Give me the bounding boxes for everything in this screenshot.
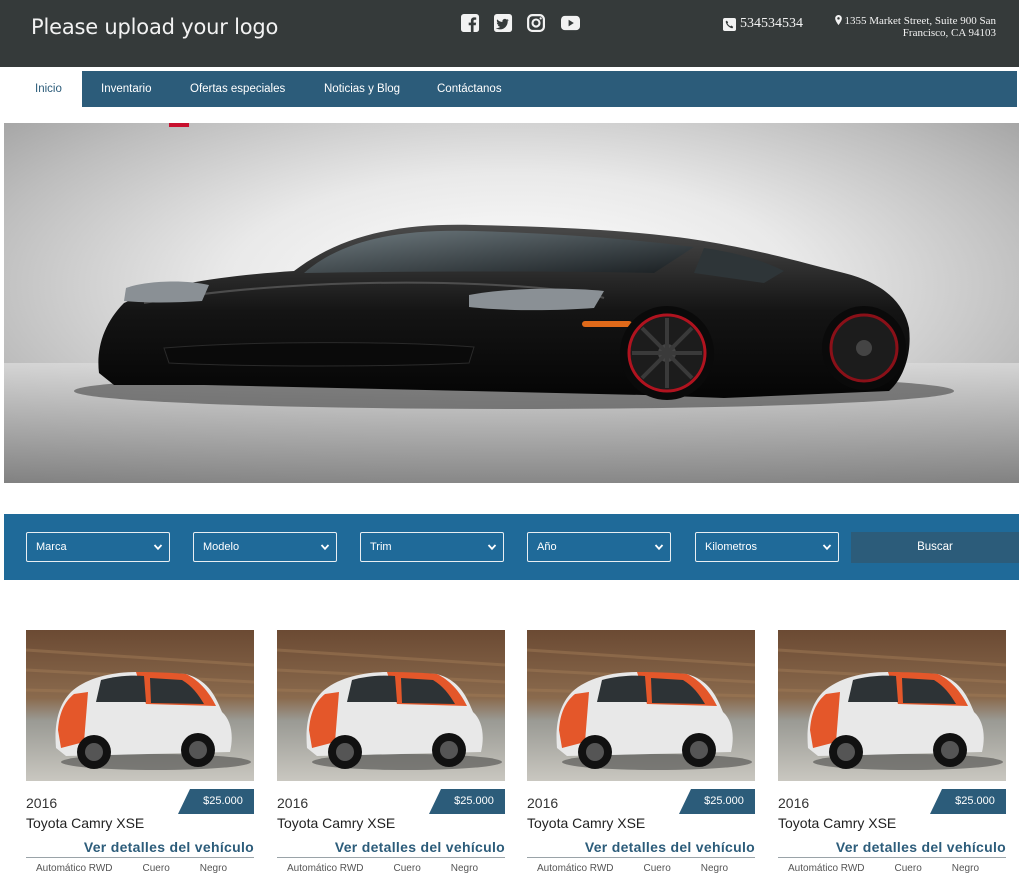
address-line-2: Francisco, CA 94103 — [902, 27, 996, 39]
view-details-link[interactable]: Ver detalles del vehículo — [84, 839, 254, 855]
address-line-1: 1355 Market Street, Suite 900 San — [844, 15, 996, 27]
select-marca[interactable]: Marca — [26, 532, 170, 562]
select-trim[interactable]: Trim — [360, 532, 504, 562]
select-ano[interactable]: Año — [527, 532, 671, 562]
vehicle-card[interactable]: 2016 $25.000 Toyota Camry XSE Ver detalles … — [778, 630, 1006, 874]
search-button[interactable]: Buscar — [851, 532, 1019, 563]
vehicle-photo[interactable] — [26, 630, 254, 781]
vehicle-year: 2016 — [277, 795, 309, 811]
youtube-icon[interactable] — [560, 14, 581, 33]
nav-item-contacto[interactable]: Contáctanos — [437, 71, 502, 107]
header-address: 1355 Market Street, Suite 900 San Franci… — [826, 15, 996, 39]
price-tag: $25.000 — [178, 789, 254, 814]
card-divider — [527, 857, 755, 858]
vehicle-card[interactable]: 2016 $25.000 Toyota Camry XSE Ver detalles … — [527, 630, 755, 874]
vehicle-year: 2016 — [778, 795, 810, 811]
vehicle-photo[interactable] — [277, 630, 505, 781]
instagram-icon[interactable] — [527, 14, 546, 33]
chevron-down-icon — [654, 544, 664, 551]
nav-item-inventario[interactable]: Inventario — [101, 71, 152, 107]
phone-number: 534534534 — [740, 16, 803, 31]
site-logo-placeholder[interactable]: Please upload your logo — [31, 15, 278, 39]
select-trim-value: Trim — [370, 541, 392, 553]
chevron-down-icon — [320, 544, 330, 551]
vehicle-name[interactable]: Toyota Camry XSE — [778, 815, 896, 831]
site-header: Please upload your logo 534534534 1355 M… — [0, 0, 1019, 67]
price-value: $25.000 — [454, 795, 494, 807]
select-marca-value: Marca — [36, 541, 67, 553]
vehicle-card[interactable]: 2016 $25.000 Toyota Camry XSE Ver detalles … — [277, 630, 505, 874]
main-navigation: Inicio Inventario Ofertas especiales Not… — [0, 69, 1019, 107]
vehicle-name[interactable]: Toyota Camry XSE — [277, 815, 395, 831]
price-tag: $25.000 — [930, 789, 1006, 814]
vehicle-search-bar: Marca Modelo Trim Año Kilometros Buscar — [4, 514, 1019, 580]
price-tag: $25.000 — [429, 789, 505, 814]
phone-icon — [723, 17, 736, 31]
price-value: $25.000 — [704, 795, 744, 807]
nav-item-noticias[interactable]: Noticias y Blog — [324, 71, 400, 107]
hero-banner-image — [4, 123, 1019, 483]
header-phone[interactable]: 534534534 — [723, 16, 803, 32]
twitter-icon[interactable] — [494, 14, 513, 33]
card-divider — [26, 857, 254, 858]
select-kilometros-value: Kilometros — [705, 541, 757, 553]
social-links — [461, 14, 581, 33]
select-ano-value: Año — [537, 541, 557, 553]
card-divider — [277, 857, 505, 858]
vehicle-card[interactable]: 2016 $25.000 Toyota Camry XSE Ver detalles … — [26, 630, 254, 874]
price-tag: $25.000 — [679, 789, 755, 814]
nav-item-inicio[interactable]: Inicio — [35, 71, 62, 107]
nav-item-ofertas[interactable]: Ofertas especiales — [190, 71, 285, 107]
chevron-down-icon — [153, 544, 163, 551]
price-value: $25.000 — [955, 795, 995, 807]
view-details-link[interactable]: Ver detalles del vehículo — [335, 839, 505, 855]
vehicle-photo[interactable] — [778, 630, 1006, 781]
chevron-down-icon — [822, 544, 832, 551]
select-modelo-value: Modelo — [203, 541, 240, 553]
vehicle-year: 2016 — [26, 795, 58, 811]
view-details-link[interactable]: Ver detalles del vehículo — [585, 839, 755, 855]
select-modelo[interactable]: Modelo — [193, 532, 337, 562]
facebook-icon[interactable] — [461, 14, 480, 33]
vehicle-name[interactable]: Toyota Camry XSE — [527, 815, 645, 831]
chevron-down-icon — [487, 544, 497, 551]
select-kilometros[interactable]: Kilometros — [695, 532, 839, 562]
vehicle-name[interactable]: Toyota Camry XSE — [26, 815, 144, 831]
view-details-link[interactable]: Ver detalles del vehículo — [836, 839, 1006, 855]
card-divider — [778, 857, 1006, 858]
vehicle-year: 2016 — [527, 795, 559, 811]
map-pin-icon — [834, 15, 842, 25]
price-value: $25.000 — [203, 795, 243, 807]
vehicle-photo[interactable] — [527, 630, 755, 781]
